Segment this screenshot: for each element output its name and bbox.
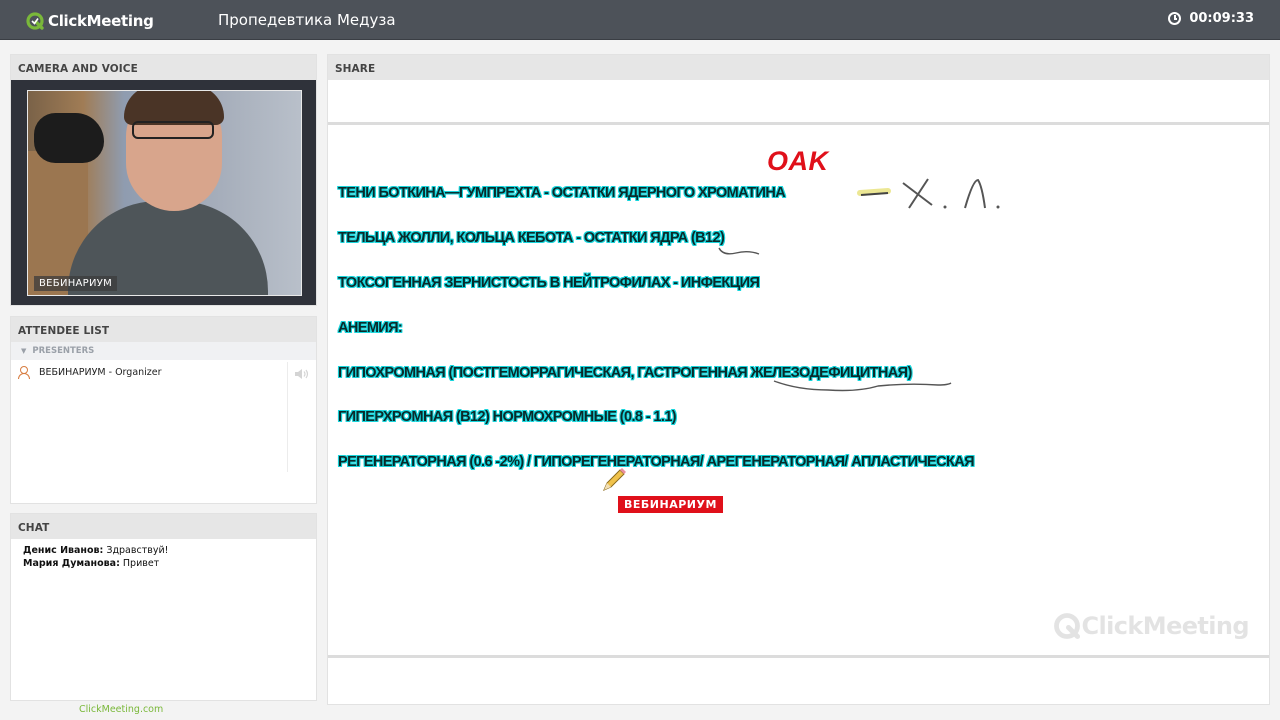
watermark-text: ClickMeeting xyxy=(1081,612,1250,640)
camera-panel: CAMERA AND VOICE ВЕБИНАРИУМ xyxy=(10,54,317,306)
watermark-logo-icon xyxy=(1053,613,1080,640)
chat-author: Денис Иванов: xyxy=(23,545,104,556)
annotation-scribbles xyxy=(718,178,1000,392)
share-header: SHARE xyxy=(328,55,1269,80)
clock-icon xyxy=(1168,12,1182,25)
clickmeeting-watermark: ClickMeeting xyxy=(1052,611,1250,641)
session-timer: 00:09:33 xyxy=(1168,11,1254,26)
chat-author: Мария Думанова: xyxy=(23,558,120,569)
chat-messages: Денис Иванов: Здравствуй! Мария Думанова… xyxy=(11,539,316,570)
attendee-list-header: ATTENDEE LIST xyxy=(11,317,316,342)
video-name-tag: ВЕБИНАРИУМ xyxy=(34,276,118,291)
pointer-label: ВЕБИНАРИУМ xyxy=(618,496,723,513)
chat-message: Денис Иванов: Здравствуй! xyxy=(23,544,316,557)
presenters-group-label: PRESENTERS xyxy=(32,346,95,356)
footer-link[interactable]: ClickMeeting.com xyxy=(79,704,163,715)
app-logo: ClickMeeting xyxy=(25,10,154,32)
shared-slide: OAK ТЕНИ БОТКИНА—ГУМПРЕХТА - ОСТАТКИ ЯДЕ… xyxy=(328,128,1269,658)
person-icon xyxy=(17,366,30,379)
triangle-down-icon: ▼ xyxy=(21,347,27,355)
slide-line: ГИПОХРОМНАЯ (ПОСТГЕМОРРАГИЧЕСКАЯ, ГАСТРО… xyxy=(338,365,912,381)
logo-text: ClickMeeting xyxy=(48,12,154,30)
chat-header: CHAT xyxy=(11,514,316,539)
clickmeeting-logo-icon xyxy=(25,11,45,31)
chat-text: Здравствуй! xyxy=(103,545,169,556)
slide-line: РЕГЕНЕРАТОРНАЯ (0.6 -2%) / ГИПОРЕГЕНЕРАТ… xyxy=(338,454,975,470)
speaker-icon[interactable] xyxy=(294,367,310,379)
meeting-title: Пропедевтика Медуза xyxy=(218,11,396,29)
video-presenter-hair xyxy=(124,91,224,125)
slide-line: ТЕЛЬЦА ЖОЛЛИ, КОЛЬЦА КЕБОТА - ОСТАТКИ ЯД… xyxy=(338,230,725,246)
share-toolbar-area xyxy=(328,80,1269,125)
attendee-list-panel: ATTENDEE LIST ▼ PRESENTERS ВЕБИНАРИУМ - O… xyxy=(10,316,317,504)
share-panel: SHARE OAK ТЕНИ БОТКИНА—ГУМПРЕХТА - ОСТАТ… xyxy=(327,54,1270,705)
chat-message: Мария Думанова: Привет xyxy=(23,557,316,570)
list-item[interactable]: ВЕБИНАРИУМ - Organizer xyxy=(11,362,287,382)
camera-area: ВЕБИНАРИУМ xyxy=(11,80,316,305)
slide-line: АНЕМИЯ: xyxy=(338,320,403,336)
video-presenter-glasses xyxy=(132,121,214,139)
chat-panel: CHAT Денис Иванов: Здравствуй! Мария Дум… xyxy=(10,513,317,701)
attendee-list: ВЕБИНАРИУМ - Organizer xyxy=(11,362,288,472)
camera-panel-header: CAMERA AND VOICE xyxy=(11,55,316,80)
presenters-group-toggle[interactable]: ▼ PRESENTERS xyxy=(11,342,316,360)
slide-line: ТОКСОГЕННАЯ ЗЕРНИСТОСТЬ В НЕЙТРОФИЛАХ - … xyxy=(338,275,760,291)
pencil-icon xyxy=(600,466,628,499)
timer-value: 00:09:33 xyxy=(1189,11,1254,26)
attendee-name: ВЕБИНАРИУМ - Organizer xyxy=(39,366,162,378)
top-bar: ClickMeeting Пропедевтика Медуза 00:09:3… xyxy=(0,0,1280,40)
video-microphone xyxy=(34,113,104,163)
slide-line: ТЕНИ БОТКИНА—ГУМПРЕХТА - ОСТАТКИ ЯДЕРНОГ… xyxy=(338,185,786,201)
slide-line: ГИПЕРХРОМНАЯ (В12) НОРМОХРОМНЫЕ (0.8 - 1… xyxy=(338,409,677,425)
chat-text: Привет xyxy=(119,558,160,569)
presenter-video[interactable]: ВЕБИНАРИУМ xyxy=(27,90,302,296)
